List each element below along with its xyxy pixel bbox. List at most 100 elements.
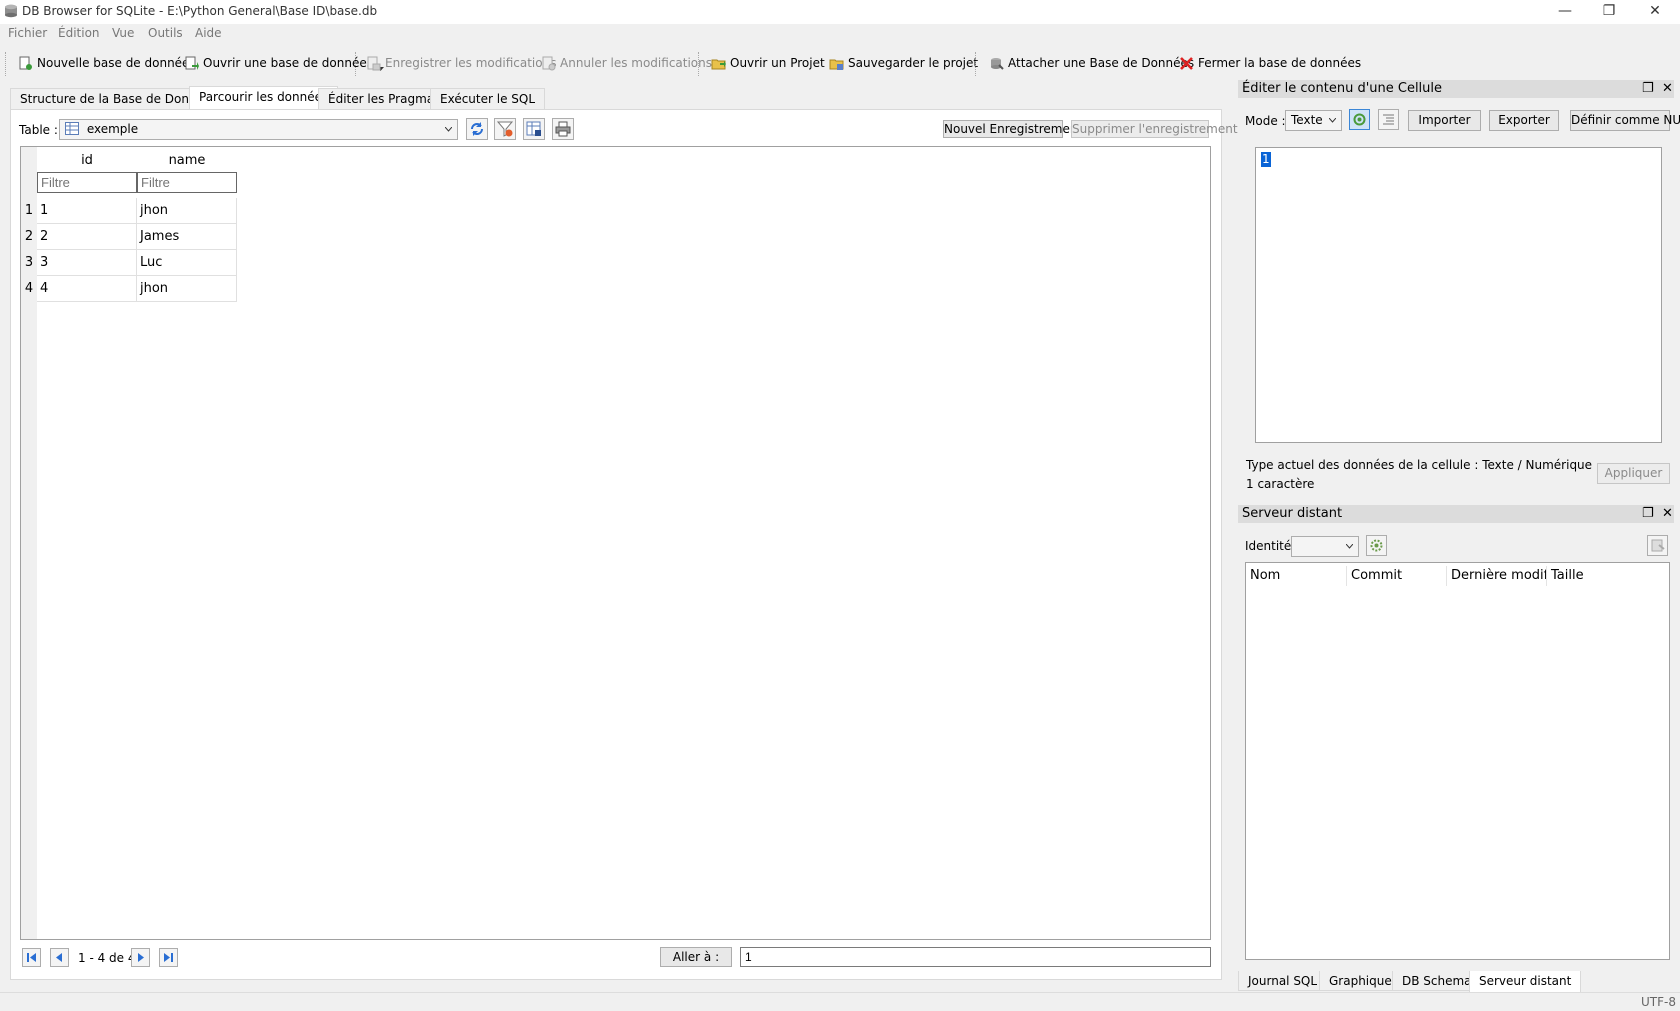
column-header-commit[interactable]: Commit xyxy=(1347,566,1447,586)
goto-button[interactable]: Aller à : xyxy=(660,947,732,967)
restore-button[interactable]: ❐ xyxy=(1586,0,1632,24)
new-database-icon xyxy=(19,56,32,70)
apply-button[interactable]: Appliquer xyxy=(1597,463,1670,484)
close-window-button[interactable]: ✕ xyxy=(1632,0,1678,24)
cell-type-info: Type actuel des données de la cellule : … xyxy=(1246,458,1593,472)
menu-bar: Fichier Édition Vue Outils Aide xyxy=(0,24,1680,44)
float-dock-icon[interactable]: ❐ xyxy=(1642,82,1654,96)
tab-remote-server[interactable]: Serveur distant xyxy=(1469,971,1582,993)
toolbar-separator xyxy=(355,52,356,76)
close-database-button[interactable]: Fermer la base de données xyxy=(1179,52,1361,74)
new-record-button[interactable]: Nouvel Enregistrement xyxy=(943,120,1082,138)
identity-label: Identité xyxy=(1245,539,1292,553)
open-database-icon xyxy=(185,56,199,70)
write-changes-button[interactable]: Enregistrer les modifications xyxy=(366,52,556,74)
table-cell-id[interactable]: 3 xyxy=(37,250,137,276)
remote-push-button[interactable] xyxy=(1647,535,1668,556)
menu-vue[interactable]: Vue xyxy=(112,26,134,40)
cell-size-info: 1 caractère xyxy=(1246,477,1315,491)
print-button[interactable] xyxy=(552,118,574,140)
column-header-nom[interactable]: Nom xyxy=(1246,566,1347,586)
edit-cell-dock-title: Éditer le contenu d'une Cellule ❐ ✕ xyxy=(1238,80,1674,98)
tab-browse-data[interactable]: Parcourir les données xyxy=(189,86,339,111)
column-header-id[interactable]: id xyxy=(37,151,137,171)
column-header-name[interactable]: name xyxy=(137,151,237,171)
table-icon xyxy=(65,122,79,135)
table-cell-name[interactable]: jhon xyxy=(137,198,237,224)
table-cell-id[interactable]: 4 xyxy=(37,276,137,302)
remote-file-list[interactable] xyxy=(1245,562,1670,960)
identity-settings-button[interactable] xyxy=(1366,535,1387,556)
row-number[interactable]: 4 xyxy=(21,276,37,302)
save-project-label: Sauvegarder le projet xyxy=(848,56,979,70)
table-cell-id[interactable]: 1 xyxy=(37,198,137,224)
open-database-button[interactable]: Ouvrir une base de données xyxy=(184,52,384,74)
previous-record-button[interactable] xyxy=(50,948,69,967)
open-project-icon xyxy=(711,59,726,69)
last-record-button[interactable] xyxy=(159,948,178,967)
menu-outils[interactable]: Outils xyxy=(148,26,183,40)
open-project-label: Ouvrir un Projet xyxy=(730,56,825,70)
row-number[interactable]: 1 xyxy=(21,198,37,224)
import-button[interactable]: Importer xyxy=(1408,110,1481,131)
next-record-button[interactable] xyxy=(131,948,150,967)
app-database-icon xyxy=(5,4,17,18)
title-bar: DB Browser for SQLite - E:\Python Genera… xyxy=(0,0,1680,24)
first-record-button[interactable] xyxy=(22,948,41,967)
import-label: Importer xyxy=(1418,113,1471,127)
close-dock-icon[interactable]: ✕ xyxy=(1662,507,1673,521)
row-number[interactable]: 2 xyxy=(21,224,37,250)
column-header-size[interactable]: Taille xyxy=(1547,566,1667,586)
export-button[interactable]: Exporter xyxy=(1489,110,1559,131)
set-null-button[interactable]: Définir comme NULL xyxy=(1570,110,1680,131)
mode-label: Mode : xyxy=(1245,114,1286,128)
toolbar-grip xyxy=(5,52,6,76)
encoding-indicator: UTF-8 xyxy=(1641,995,1676,1009)
menu-fichier[interactable]: Fichier xyxy=(8,26,47,40)
tab-execute-sql[interactable]: Exécuter le SQL xyxy=(430,88,546,110)
save-project-button[interactable]: Sauvegarder le projet xyxy=(829,52,978,74)
word-wrap-button[interactable] xyxy=(1378,109,1399,130)
chevron-down-icon xyxy=(1346,544,1353,549)
table-cell-name[interactable]: jhon xyxy=(137,276,237,302)
close-dock-icon[interactable]: ✕ xyxy=(1662,82,1673,96)
row-number[interactable]: 3 xyxy=(21,250,37,276)
menu-aide[interactable]: Aide xyxy=(195,26,222,40)
filter-input-id[interactable] xyxy=(37,172,137,193)
previous-page-icon xyxy=(56,953,62,962)
menu-edition[interactable]: Édition xyxy=(58,26,100,40)
clear-filter-icon xyxy=(496,121,514,137)
table-cell-name[interactable]: Luc xyxy=(137,250,237,276)
data-grid: id name 1 1 jhon 2 2 James 3 3 Luc 4 4 j… xyxy=(20,146,1211,940)
save-view-icon xyxy=(526,121,541,136)
table-cell-name[interactable]: James xyxy=(137,224,237,250)
clear-filters-button[interactable] xyxy=(494,118,516,140)
refresh-icon xyxy=(471,122,483,136)
save-project-icon xyxy=(829,59,844,70)
identity-select[interactable] xyxy=(1291,536,1359,557)
tab-sql-log[interactable]: Journal SQL xyxy=(1238,971,1328,991)
delete-record-button[interactable]: Supprimer l'enregistrement xyxy=(1071,120,1238,138)
attach-database-button[interactable]: Attacher une Base de Données xyxy=(989,52,1194,74)
goto-input[interactable] xyxy=(740,947,1211,967)
mode-select[interactable]: Texte xyxy=(1285,110,1342,131)
save-filtered-button[interactable] xyxy=(523,118,545,140)
tab-plot[interactable]: Graphique xyxy=(1319,971,1402,991)
goto-label: Aller à : xyxy=(672,950,720,964)
table-cell-id[interactable]: 2 xyxy=(37,224,137,250)
revert-changes-button[interactable]: Annuler les modifications xyxy=(541,52,712,74)
revert-changes-label: Annuler les modifications xyxy=(560,56,713,70)
status-bar: UTF-8 xyxy=(0,992,1680,1011)
new-database-button[interactable]: Nouvelle base de données xyxy=(18,52,196,74)
minimize-button[interactable]: — xyxy=(1542,0,1588,24)
cell-editor[interactable]: 1 xyxy=(1255,147,1662,443)
column-header-last-modified[interactable]: Dernière modifica xyxy=(1447,566,1547,586)
revert-changes-icon xyxy=(542,56,556,70)
filter-input-name[interactable] xyxy=(137,172,237,193)
table-select[interactable]: exemple xyxy=(59,119,458,140)
refresh-button[interactable] xyxy=(466,118,488,140)
open-project-button[interactable]: Ouvrir un Projet xyxy=(711,52,825,74)
float-dock-icon[interactable]: ❐ xyxy=(1642,507,1654,521)
auto-format-toggle[interactable] xyxy=(1349,109,1370,130)
export-label: Exporter xyxy=(1498,113,1550,127)
